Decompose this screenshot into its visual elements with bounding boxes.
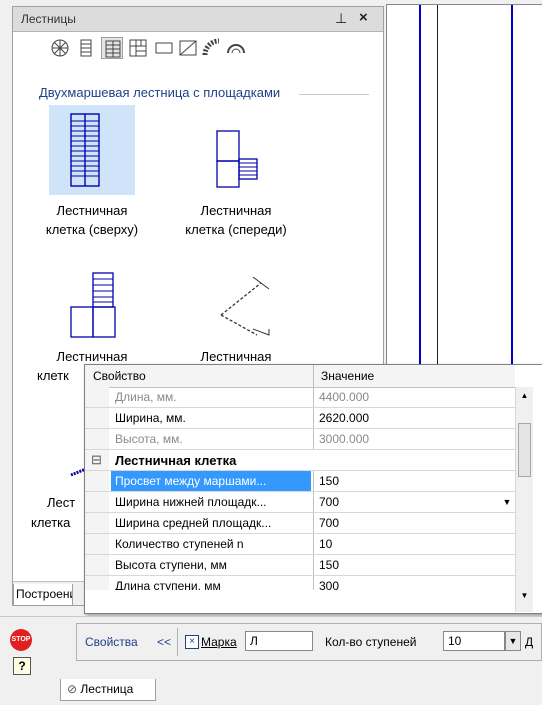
prop-row-width[interactable]: Ширина, мм. 2620.000	[85, 408, 515, 429]
prop-row-gap-between-flights[interactable]: Просвет между маршами... 150	[85, 471, 515, 492]
prop-value: 2620.000	[319, 411, 370, 425]
steps-select[interactable]: 10	[443, 631, 505, 651]
prop-value: 10	[319, 537, 333, 551]
bar-separator	[177, 628, 178, 656]
stair-tab-icon: ⊘	[67, 682, 78, 696]
header-property: Свойство	[93, 369, 146, 383]
group-divider	[299, 94, 369, 95]
prop-value: 4400.000	[319, 390, 370, 404]
marka-label: Марка	[201, 635, 237, 649]
stair-top-view-icon	[70, 113, 100, 187]
steps-dropdown-icon[interactable]: ▼	[505, 631, 521, 651]
prop-value: 150	[319, 558, 340, 572]
arc-icon[interactable]	[225, 37, 247, 59]
prop-value: 700	[319, 495, 340, 509]
prop-name: Ширина нижней площадк...	[115, 495, 267, 509]
marka-checkbox[interactable]: ×	[185, 635, 199, 649]
header-value: Значение	[321, 369, 375, 383]
scroll-down-icon[interactable]: ▼	[516, 591, 533, 605]
marka-input[interactable]: Л	[245, 631, 313, 651]
prop-name: Ширина, мм.	[115, 411, 186, 425]
prop-name: Высота, мм.	[115, 432, 183, 446]
header-separator	[313, 365, 314, 387]
prop-value: 3000.000	[319, 432, 370, 446]
category-name: Лестничная клетка	[115, 453, 237, 468]
property-scrollbar[interactable]: ▲ ▼	[515, 387, 533, 612]
two-flight-plan-icon[interactable]	[101, 37, 123, 59]
stair-tab-label: Лестница	[80, 682, 134, 696]
stair-grid-icon[interactable]	[127, 37, 149, 59]
prop-row-height[interactable]: Высота, мм. 3000.000	[85, 429, 515, 450]
prop-value: 300	[319, 579, 340, 590]
item-label-line2: клетка (спереди)	[185, 222, 287, 237]
single-flight-icon[interactable]	[75, 37, 97, 59]
prop-row-lower-landing[interactable]: Ширина нижней площадк... 700	[85, 492, 515, 513]
steps-label: Кол-во ступеней	[325, 635, 417, 649]
properties-bar-area: STOP ? Свойства << × Марка Л Кол-во ступ…	[0, 616, 542, 705]
truncated-label: Д	[525, 635, 534, 649]
prop-name: Количество ступеней n	[115, 537, 244, 551]
close-icon[interactable]: ×	[359, 9, 368, 26]
stop-icon[interactable]: STOP	[10, 629, 32, 651]
item-label-line2: клетка (сверху)	[45, 222, 139, 237]
stair-front-view-icon	[216, 130, 258, 188]
stair-side-view-icon	[70, 272, 116, 338]
prop-row-step-height[interactable]: Высота ступени, мм 150	[85, 555, 515, 576]
prop-value[interactable]: 150	[319, 474, 339, 488]
properties-toggle[interactable]: Свойства	[85, 635, 138, 649]
dropdown-arrow-icon[interactable]: ▼	[499, 493, 515, 511]
property-grid-header: Свойство Значение	[85, 365, 515, 388]
prop-value: 700	[319, 516, 340, 530]
tab-stair[interactable]: ⊘ Лестница	[60, 679, 156, 701]
ramp-icon[interactable]	[177, 37, 199, 59]
rectangle-icon[interactable]	[153, 37, 175, 59]
curved-stair-icon[interactable]	[201, 37, 223, 59]
prop-row-middle-landing[interactable]: Ширина средней площадк... 700	[85, 513, 515, 534]
item-stair-front-view[interactable]: Лестничная клетка (спереди)	[171, 105, 301, 245]
prop-row-step-length[interactable]: Длина ступени, мм 300	[85, 576, 515, 590]
help-icon[interactable]: ?	[13, 657, 31, 675]
panel-title: Лестницы	[21, 12, 76, 26]
stair-type-toolbar	[13, 35, 383, 63]
pin-icon[interactable]: ⊥	[335, 10, 347, 27]
spiral-stair-icon[interactable]	[49, 37, 71, 59]
scroll-thumb[interactable]	[518, 423, 531, 477]
prop-name: Высота ступени, мм	[115, 558, 227, 572]
scroll-up-icon[interactable]: ▲	[516, 391, 533, 405]
properties-bar: Свойства << × Марка Л Кол-во ступеней 10…	[76, 623, 542, 661]
item-label-line1: Лестничная	[200, 203, 272, 218]
property-grid: Свойство Значение Длина, мм. 4400.000 Ши…	[84, 364, 542, 614]
prop-row-length[interactable]: Длина, мм. 4400.000	[85, 387, 515, 408]
prop-name: Длина ступени, мм	[115, 579, 221, 590]
prop-row-step-count[interactable]: Количество ступеней n 10	[85, 534, 515, 555]
stair-section-icon	[220, 276, 270, 336]
item-stair-top-view[interactable]: Лестничная клетка (сверху)	[27, 105, 157, 245]
tab-construction[interactable]: Построение	[13, 584, 73, 605]
collapse-arrows-icon[interactable]: <<	[157, 635, 171, 649]
panel-titlebar: Лестницы ⊥ ×	[13, 7, 383, 32]
collapse-icon[interactable]: ⊟	[91, 452, 102, 468]
prop-category-stairwell[interactable]: ⊟ Лестничная клетка	[85, 450, 515, 471]
item-stair-side-view[interactable]: Лестничная клетк	[27, 269, 157, 383]
item-label-line1: Лестничная	[56, 203, 128, 218]
prop-name: Просвет между маршами...	[111, 471, 311, 491]
group-label: Двухмаршевая лестница с площадками	[39, 85, 281, 100]
prop-name: Ширина средней площадк...	[115, 516, 272, 530]
prop-name: Длина, мм.	[115, 390, 177, 404]
item-stair-section[interactable]: Лестничная	[171, 269, 301, 379]
